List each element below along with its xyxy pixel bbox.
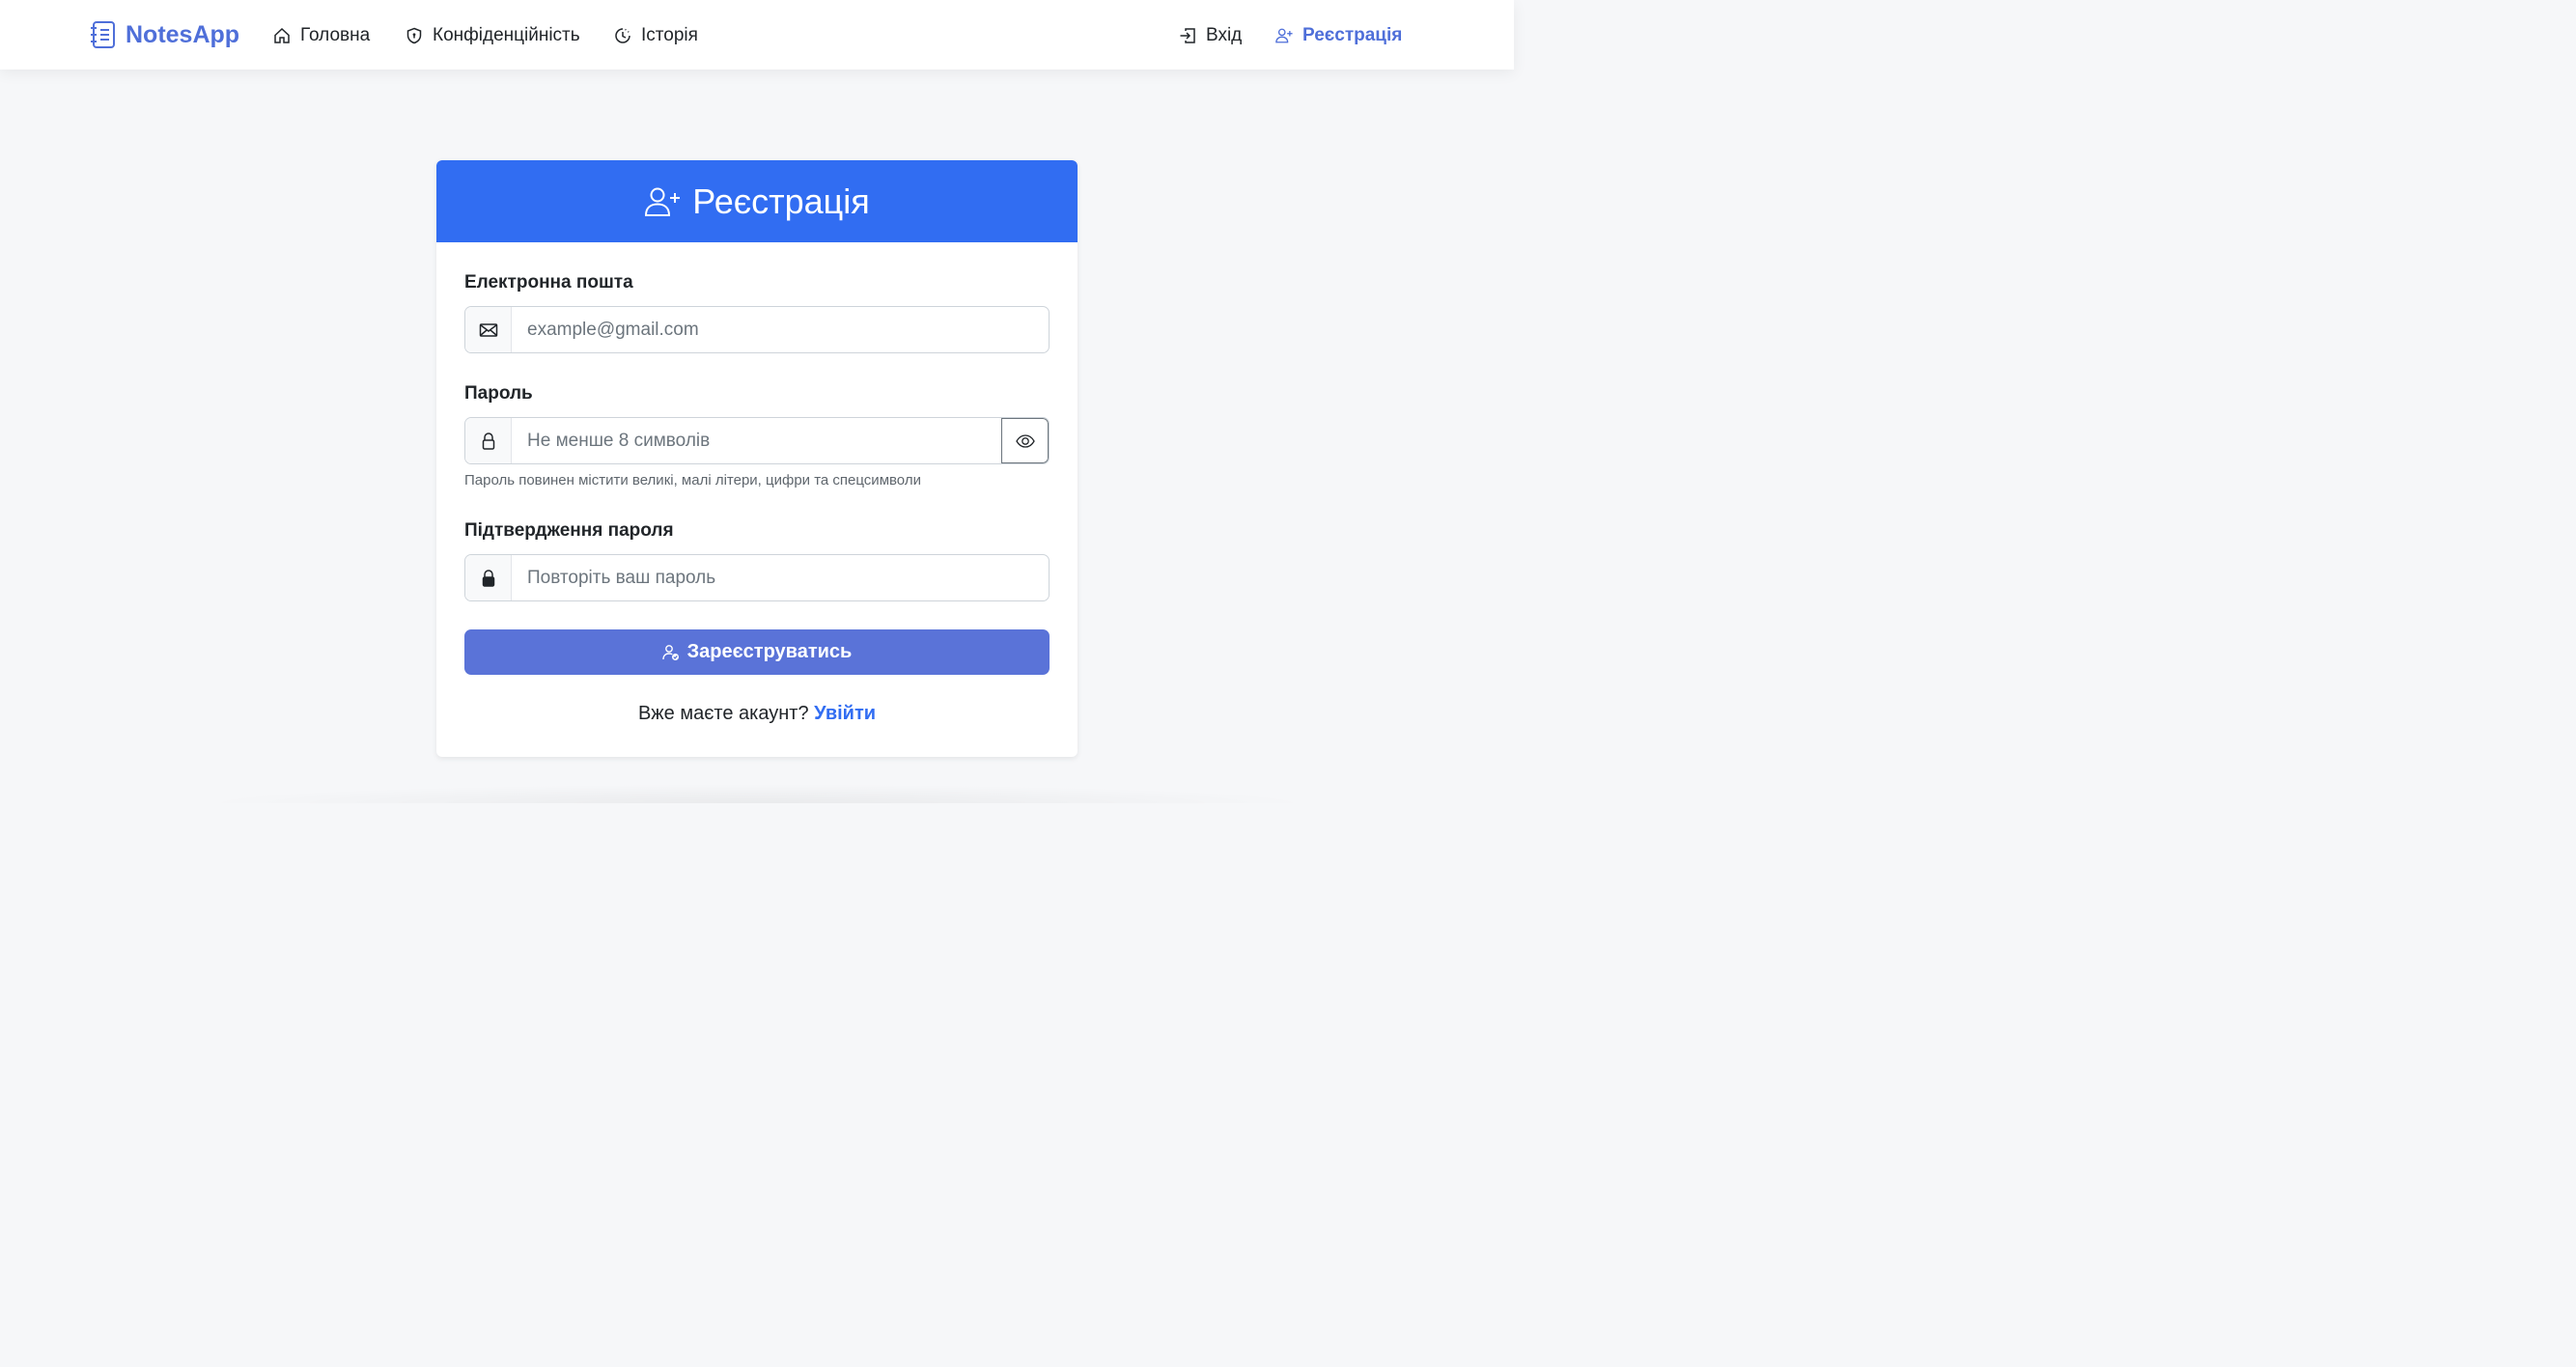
person-plus-icon xyxy=(645,187,681,216)
nav-privacy-link[interactable]: Конфіденційність xyxy=(406,23,580,48)
confirm-password-label: Підтвердження пароля xyxy=(464,520,674,541)
login-prompt: Вже маєте акаунт? Увійти xyxy=(436,703,1078,725)
password-input-group xyxy=(464,417,1050,464)
nav-history-label: Історія xyxy=(641,25,698,45)
login-link[interactable]: Увійти xyxy=(814,703,876,724)
register-card: Реєстрація Електронна пошта Пароль xyxy=(436,160,1078,757)
confirm-password-field[interactable] xyxy=(512,555,1049,600)
register-submit-button[interactable]: Зареєструватись xyxy=(464,629,1050,675)
nav-home-link[interactable]: Головна xyxy=(273,23,370,48)
nav-history-link[interactable]: Історія xyxy=(614,23,698,48)
clock-history-icon xyxy=(615,28,630,43)
eye-icon xyxy=(1016,433,1035,448)
footer-shadow xyxy=(193,784,1321,803)
envelope-icon xyxy=(479,322,497,337)
top-navbar: NotesApp Головна Конфіденційність Історі… xyxy=(0,0,1514,70)
email-field[interactable] xyxy=(512,307,1049,352)
email-input-group xyxy=(464,306,1050,353)
nav-login-link[interactable]: Вхід xyxy=(1179,23,1242,48)
shield-lock-icon xyxy=(406,27,422,44)
nav-register-label: Реєстрація xyxy=(1302,25,1403,45)
confirm-password-input-group xyxy=(464,554,1050,601)
lock-icon xyxy=(482,432,494,450)
register-submit-label: Зареєструватись xyxy=(686,641,853,662)
password-addon xyxy=(465,418,512,463)
brand-name: NotesApp xyxy=(126,20,240,48)
have-account-text: Вже маєте акаунт? xyxy=(637,703,809,724)
house-icon xyxy=(274,27,290,43)
nav-register-link[interactable]: Реєстрація xyxy=(1275,23,1402,48)
password-field[interactable] xyxy=(512,418,1001,463)
box-arrow-in-icon xyxy=(1180,28,1195,43)
nav-login-label: Вхід xyxy=(1206,25,1243,45)
person-plus-icon xyxy=(1275,28,1293,43)
brand-link[interactable]: NotesApp xyxy=(89,19,239,50)
card-header: Реєстрація xyxy=(436,160,1078,242)
email-label: Електронна пошта xyxy=(464,272,633,293)
nav-home-label: Головна xyxy=(300,25,371,45)
password-hint: Пароль повинен містити великі, малі літе… xyxy=(464,472,921,488)
lock-fill-icon xyxy=(482,569,494,587)
journal-icon xyxy=(91,21,115,48)
toggle-password-visibility-button[interactable] xyxy=(1001,418,1049,463)
confirm-password-addon xyxy=(465,555,512,600)
card-title: Реєстрація xyxy=(692,181,870,221)
person-check-icon xyxy=(661,644,679,660)
nav-privacy-label: Конфіденційність xyxy=(433,25,580,45)
password-label: Пароль xyxy=(464,383,533,404)
email-addon xyxy=(465,307,512,352)
